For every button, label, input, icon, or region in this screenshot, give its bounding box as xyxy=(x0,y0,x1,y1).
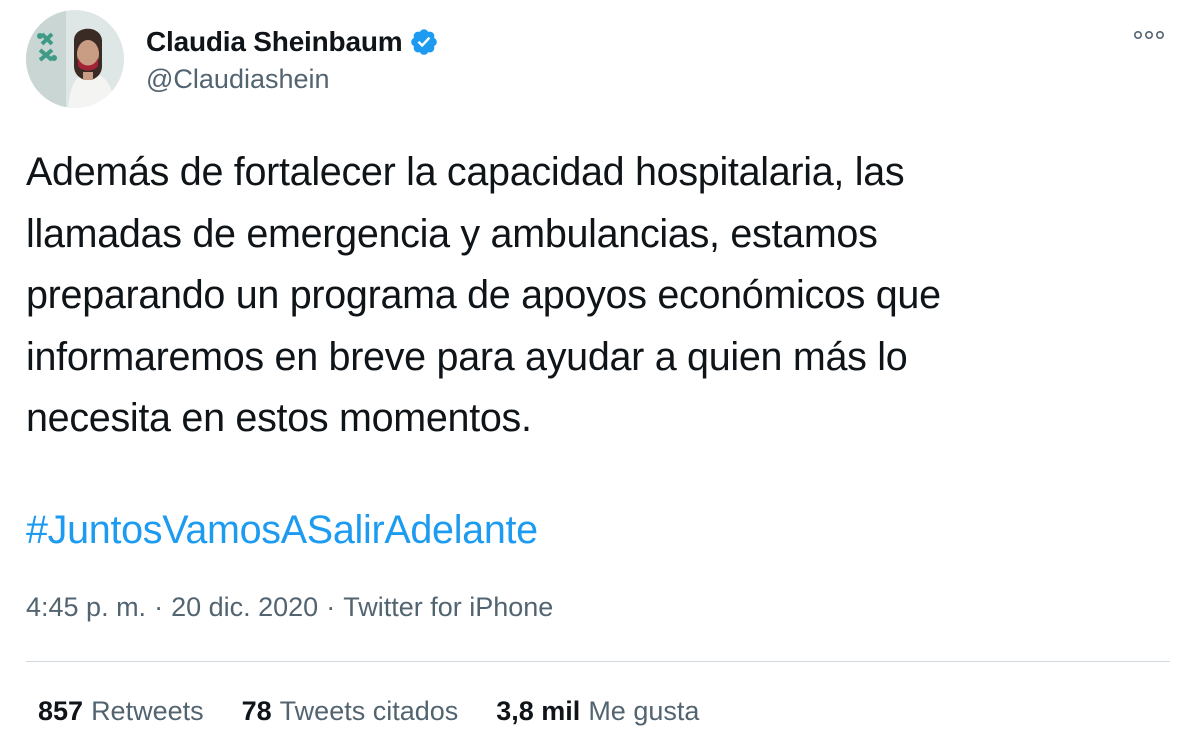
tweet-text: Además de fortalecer la capacidad hospit… xyxy=(26,150,941,440)
engagement-stats: 857 Retweets 78 Tweets citados 3,8 mil Me g… xyxy=(38,696,737,727)
retweets-count: 857 xyxy=(38,696,84,726)
verified-badge-icon xyxy=(409,27,439,57)
likes-count: 3,8 mil xyxy=(496,696,581,726)
meta-separator: · xyxy=(154,592,164,622)
tweet-date[interactable]: 20 dic. 2020 xyxy=(171,592,318,623)
quote-tweets-stat[interactable]: 78 Tweets citados xyxy=(242,696,459,727)
avatar-photo xyxy=(26,10,124,108)
meta-separator: · xyxy=(326,592,336,622)
retweets-label: Retweets xyxy=(91,696,204,726)
tweet-source[interactable]: Twitter for iPhone xyxy=(343,592,553,623)
retweets-stat[interactable]: 857 Retweets xyxy=(38,696,204,727)
avatar[interactable] xyxy=(26,10,124,108)
hashtag-link[interactable]: #JuntosVamosASalirAdelante xyxy=(26,500,538,562)
more-options-icon[interactable] xyxy=(1132,20,1166,50)
quote-tweets-count: 78 xyxy=(241,696,272,726)
author-handle[interactable]: @Claudiashein xyxy=(146,64,330,95)
likes-stat[interactable]: 3,8 mil Me gusta xyxy=(496,696,699,727)
quote-tweets-label: Tweets citados xyxy=(279,696,459,726)
author-name-row: Claudia Sheinbaum xyxy=(146,22,439,62)
tweet-meta: 4:45 p. m. · 20 dic. 2020 · Twitter for … xyxy=(26,592,553,623)
divider xyxy=(26,661,1170,662)
tweet-card: Claudia Sheinbaum @Claudiashein Además d… xyxy=(0,0,1200,750)
likes-label: Me gusta xyxy=(588,696,700,726)
author-display-name[interactable]: Claudia Sheinbaum xyxy=(146,26,403,58)
tweet-time[interactable]: 4:45 p. m. xyxy=(26,592,146,623)
